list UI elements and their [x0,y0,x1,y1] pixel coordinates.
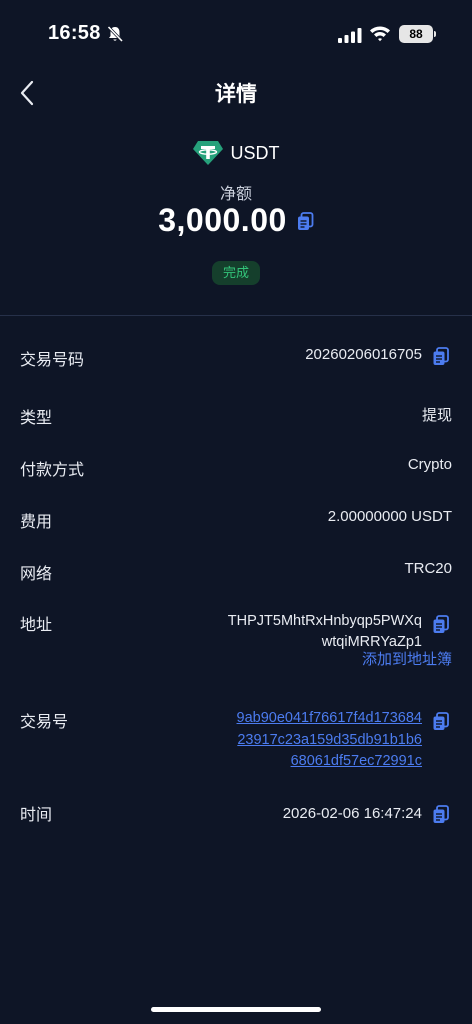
tx-hash-link[interactable]: 9ab90e041f76617f4d173684 23917c23a159d35… [237,708,422,773]
battery-icon: 88 [399,25,433,43]
type-label: 类型 [20,410,53,427]
payment-method-value: Crypto [407,456,452,473]
nav-bar: 详情 [0,70,472,114]
net-amount-label: 净额 [219,186,252,203]
net-amount: 3,000.00 [158,202,287,238]
tx-hash-line-3: 68061df57ec72991c [290,753,422,769]
bell-slash-icon [106,25,124,43]
time-label: 时间 [20,807,53,824]
wifi-icon [369,25,391,42]
network-value: TRC20 [404,560,452,577]
address-label: 地址 [20,617,53,634]
amount-row: 3,000.00 [0,202,472,239]
coin-name: USDT [230,142,280,163]
fee-value: 2.00000000 USDT [327,508,452,525]
network-label: 网络 [20,566,53,583]
status-bar: 16:58 88 [0,0,472,70]
copy-icon[interactable] [297,212,314,231]
copy-icon[interactable] [432,615,450,634]
status-time: 16:58 [48,22,101,44]
fee-label: 费用 [20,514,53,531]
copy-icon[interactable] [432,805,450,824]
address-line-1: THPJT5MhtRxHnbyqp5PWXq [227,613,422,629]
battery-cap [434,31,436,37]
home-indicator[interactable] [151,1007,321,1012]
copy-icon[interactable] [432,712,450,731]
divider [0,315,472,316]
tx-number-label: 交易号码 [20,352,85,369]
add-to-address-book-link[interactable]: 添加到地址簿 [362,648,452,669]
tx-number-value: 20260206016705 [305,346,422,363]
time-value: 2026-02-06 16:47:24 [282,805,422,822]
coin-row: USDT [0,140,472,166]
address-value: THPJT5MhtRxHnbyqp5PWXq wtqiMRRYaZp1 [228,611,422,653]
signal-icon [338,27,362,43]
payment-method-label: 付款方式 [20,462,85,479]
type-value: 提现 [421,407,452,424]
tether-logo-icon [192,141,223,165]
page-title: 详情 [215,83,257,106]
copy-icon[interactable] [432,347,450,366]
tx-hash-label: 交易号 [20,714,69,731]
tx-hash-line-1: 9ab90e041f76617f4d173684 [236,710,422,726]
tx-hash-line-2: 23917c23a159d35db91b1b6 [237,731,422,748]
status-badge: 完成 [212,261,260,285]
